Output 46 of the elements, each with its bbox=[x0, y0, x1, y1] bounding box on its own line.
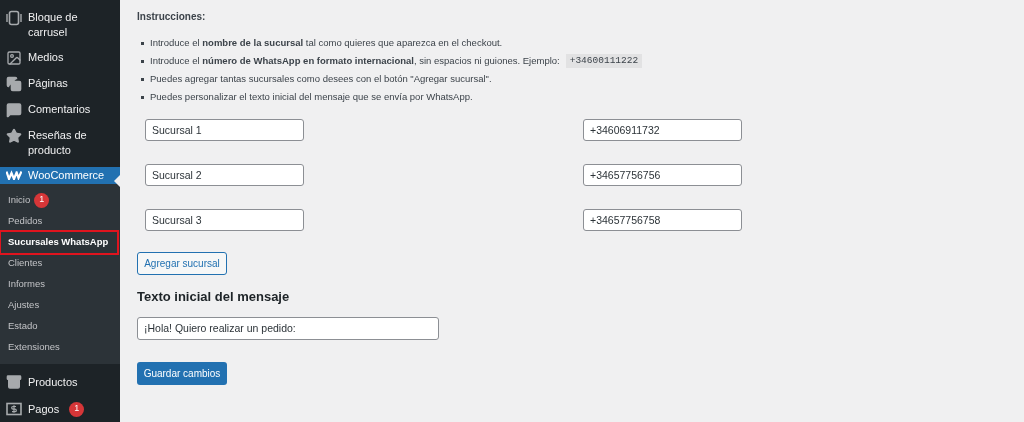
count-badge: 1 bbox=[69, 401, 85, 417]
menu-item[interactable]: Productos bbox=[28, 373, 78, 391]
star-icon bbox=[6, 128, 22, 144]
comment-icon bbox=[6, 102, 22, 118]
bullet-icon bbox=[141, 77, 144, 81]
pages-icon bbox=[6, 76, 22, 92]
count-badge: 1 bbox=[34, 192, 50, 208]
submenu-item[interactable]: Estado bbox=[1, 315, 45, 337]
carousel-icon bbox=[6, 10, 22, 26]
menu-item[interactable]: Páginas bbox=[28, 76, 68, 91]
submenu-item[interactable]: Ajustes bbox=[1, 294, 47, 316]
bullet-icon bbox=[141, 41, 144, 45]
menu-item[interactable]: WooCommerce bbox=[0, 167, 120, 184]
phone-field[interactable]: +34657756756 bbox=[583, 164, 742, 186]
instruction-text: Puedes personalizar el texto inicial del mensaje que se envía por WhatsApp. bbox=[150, 90, 473, 104]
menu-item[interactable]: Reseñas de producto bbox=[28, 128, 114, 158]
bullet-icon bbox=[141, 59, 144, 63]
instruction-text: Introduce el nombre de la sucursal tal como quieres que aparezca en el checkout. bbox=[150, 36, 503, 50]
menu-item[interactable]: Bloque de carrusel bbox=[28, 10, 114, 40]
submenu-item[interactable]: Pedidos bbox=[1, 210, 50, 232]
branch-name-field[interactable]: Sucursal 2 bbox=[145, 164, 304, 186]
archive-icon bbox=[6, 374, 22, 390]
branch-name-field[interactable]: Sucursal 1 bbox=[145, 119, 304, 141]
branch-name-field[interactable]: Sucursal 3 bbox=[145, 209, 304, 231]
woocommerce-logo-icon bbox=[6, 170, 22, 181]
instructions-title: Instrucciones: bbox=[137, 10, 207, 24]
section-heading: Texto inicial del mensaje bbox=[137, 288, 291, 306]
submenu-item[interactable]: Informes bbox=[1, 273, 52, 295]
menu-item[interactable]: Comentarios bbox=[28, 102, 91, 117]
save-button[interactable]: Guardar cambios bbox=[137, 361, 227, 385]
message-field[interactable]: ¡Hola! Quiero realizar un pedido: bbox=[137, 316, 439, 340]
submenu-item[interactable]: Inicio 1 bbox=[1, 189, 57, 211]
phone-field[interactable]: +34657756758 bbox=[583, 209, 742, 231]
submenu-item[interactable]: Sucursales WhatsApp bbox=[1, 231, 117, 253]
bullet-icon bbox=[141, 95, 144, 99]
menu-item[interactable]: Pagos bbox=[28, 400, 60, 418]
instruction-text: Puedes agregar tantas sucursales como desees con el botón "Agregar sucursal". bbox=[150, 72, 492, 86]
code-sample: +34600111222 bbox=[565, 54, 643, 68]
add-branch-button[interactable]: Agregar sucursal bbox=[137, 252, 227, 275]
media-icon bbox=[6, 50, 22, 66]
menu-item[interactable]: Medios bbox=[28, 50, 64, 65]
dollar-icon bbox=[6, 401, 22, 417]
submenu-item[interactable]: Extensiones bbox=[1, 336, 67, 358]
submenu-item[interactable]: Clientes bbox=[1, 252, 50, 274]
instruction-text: Introduce el número de WhatsApp en formato internacional, sin espacios ni guiones. Ejemplo: bbox=[150, 54, 560, 68]
phone-field[interactable]: +34606911732 bbox=[583, 119, 742, 141]
